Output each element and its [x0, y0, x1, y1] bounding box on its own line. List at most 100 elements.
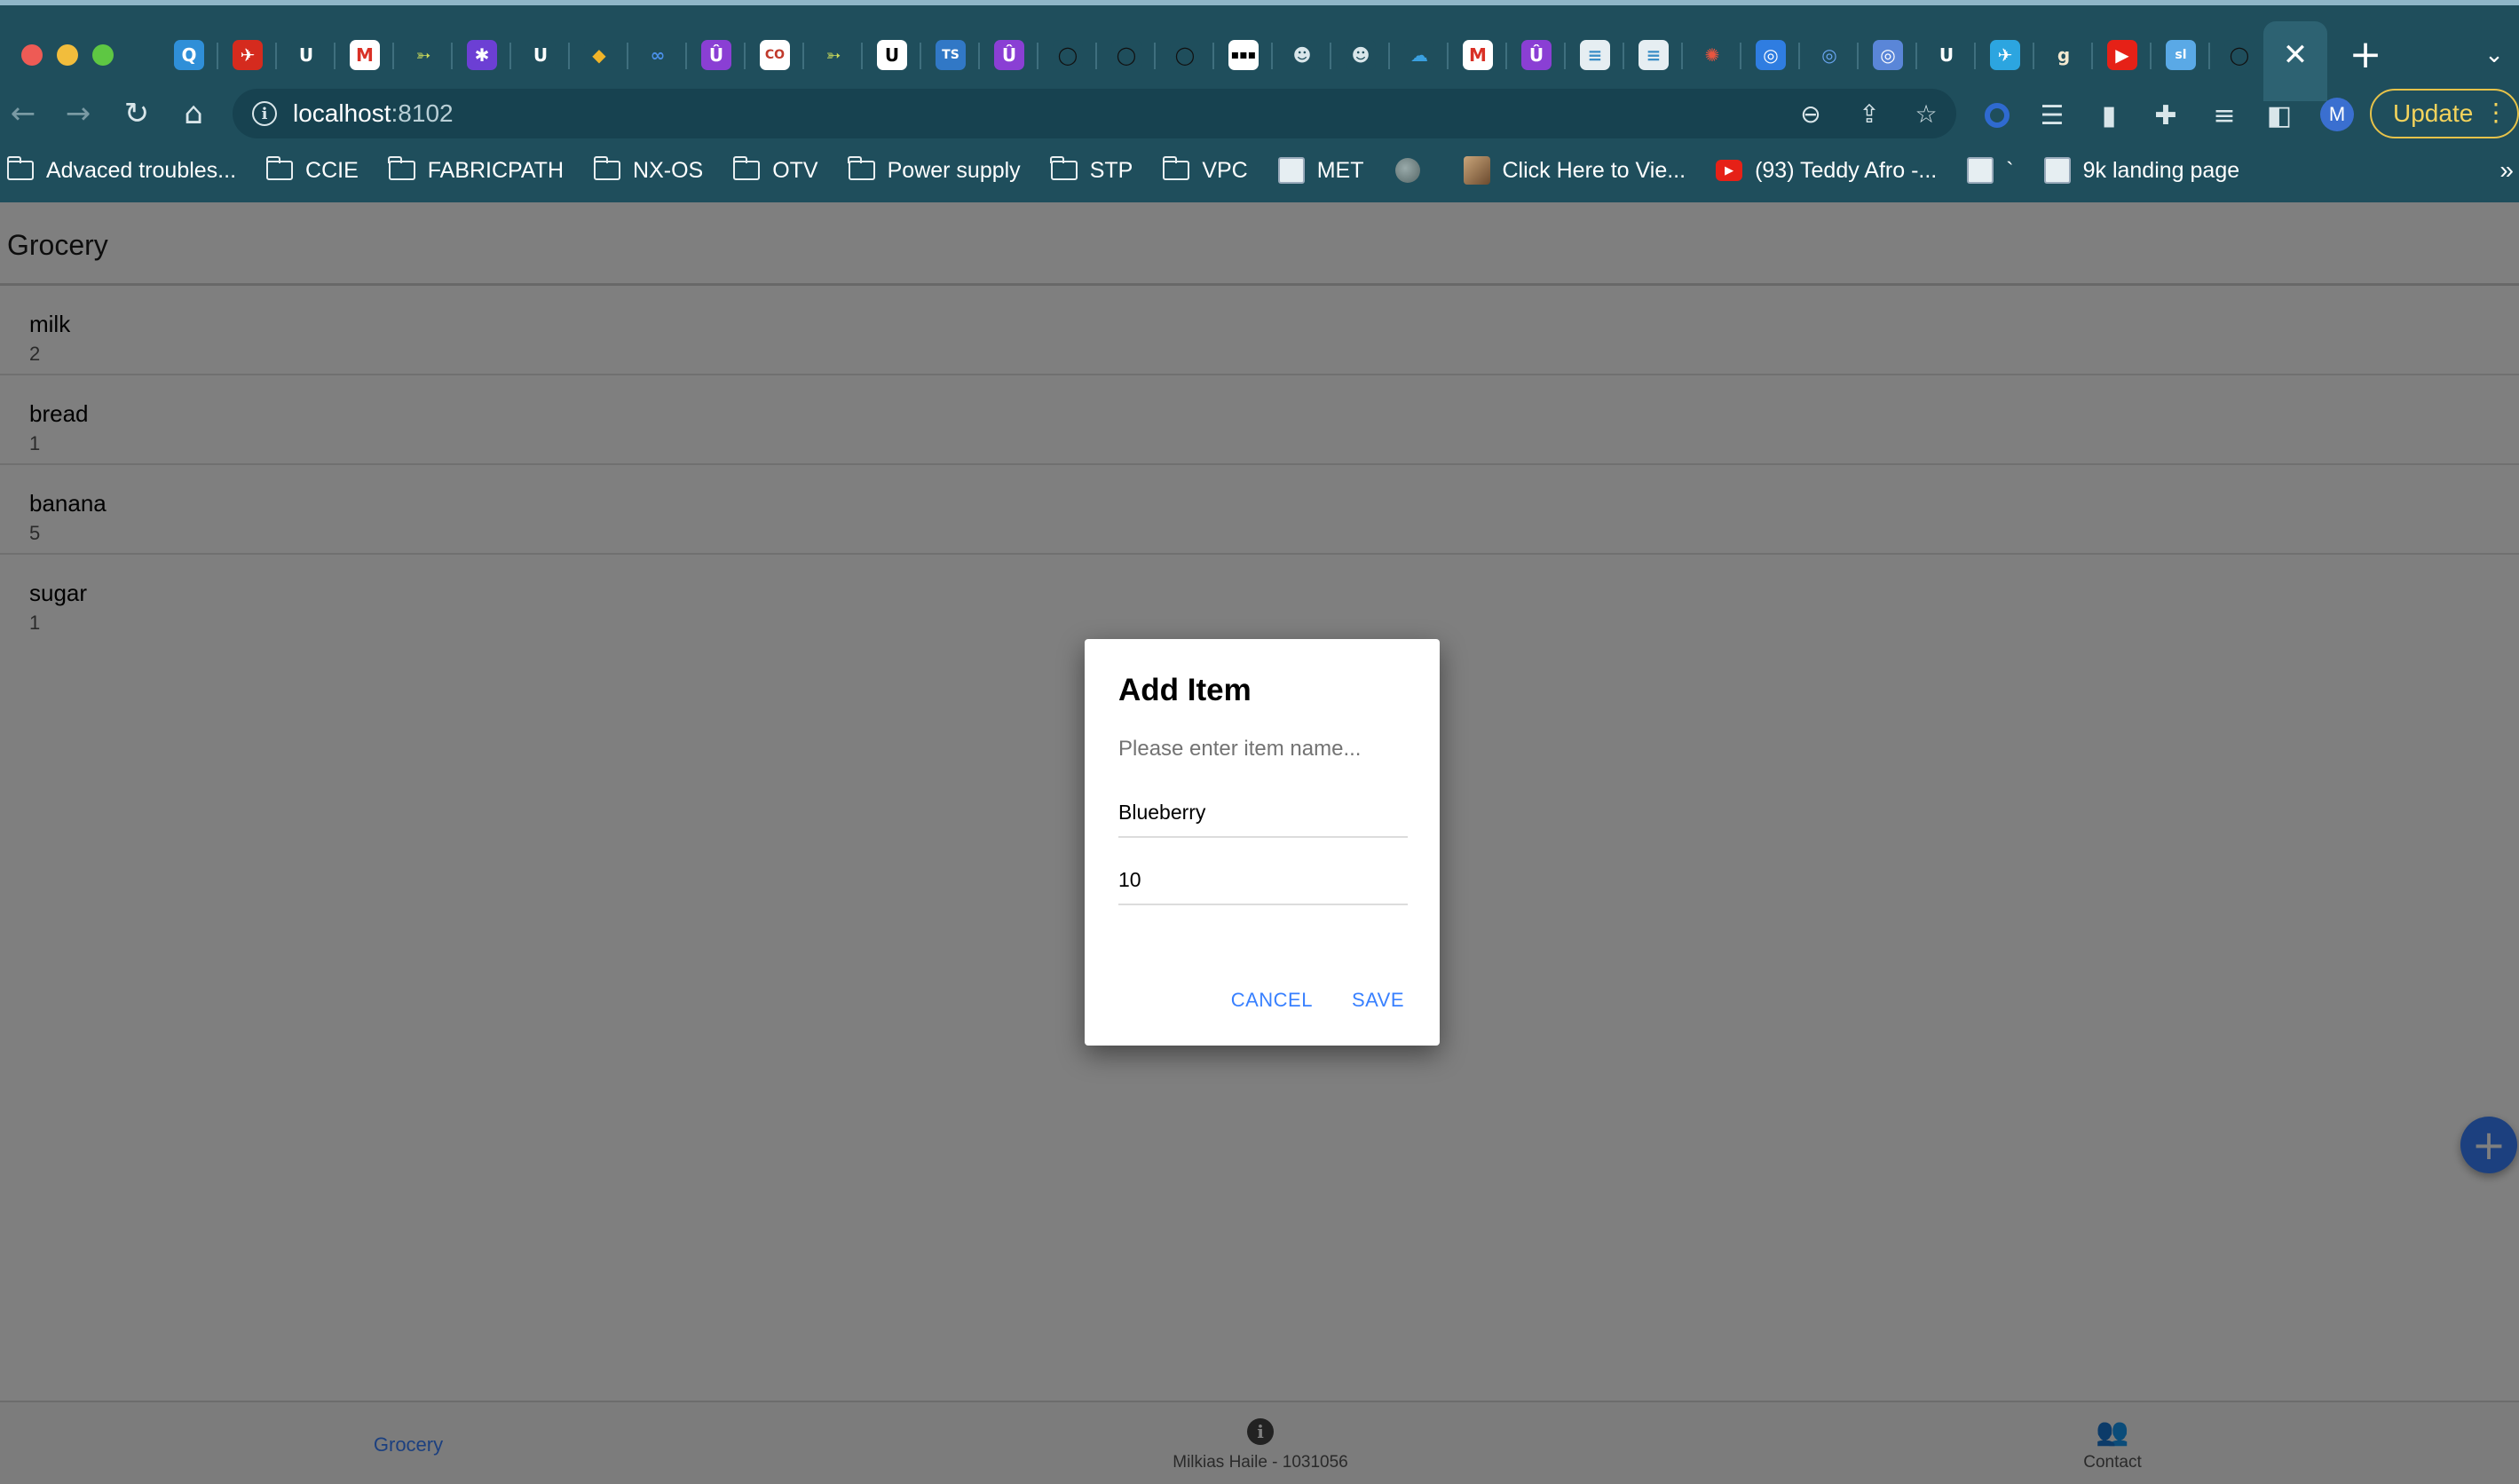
- globe-icon: [1394, 158, 1421, 183]
- cisco-icon: ≡: [1639, 40, 1669, 70]
- tab-search-chevron-icon[interactable]: ⌄: [2476, 37, 2512, 73]
- bookmark-item[interactable]: MET: [1277, 149, 1364, 192]
- bookmark-item[interactable]: STP: [1050, 149, 1133, 192]
- browser-tab[interactable]: Q: [160, 30, 218, 80]
- back-arrow-icon[interactable]: ←: [0, 89, 46, 138]
- maximize-window-button[interactable]: [92, 44, 114, 66]
- browser-tab[interactable]: ▶: [2093, 30, 2152, 80]
- browser-tab[interactable]: sl: [2152, 30, 2210, 80]
- extensions-puzzle-icon[interactable]: ✚: [2148, 98, 2183, 133]
- save-button[interactable]: SAVE: [1350, 982, 1406, 1019]
- browser-tab[interactable]: M: [336, 30, 394, 80]
- browser-tab[interactable]: ☁: [1390, 30, 1449, 80]
- browser-tab[interactable]: U: [1917, 30, 1976, 80]
- bookmark-label: CCIE: [305, 157, 359, 183]
- folder-icon: [388, 156, 415, 182]
- item-name-input[interactable]: [1118, 788, 1408, 838]
- bookmark-item[interactable]: 9k landing page: [2043, 149, 2240, 192]
- bookmark-label: STP: [1089, 157, 1133, 183]
- browser-tab[interactable]: ➳: [394, 30, 453, 80]
- browser-tab[interactable]: ◯: [1038, 30, 1097, 80]
- browser-tab[interactable]: ≡: [1566, 30, 1624, 80]
- browser-tab[interactable]: U: [511, 30, 570, 80]
- typescript-icon: TS: [936, 40, 966, 70]
- extension-ring-icon[interactable]: [1979, 98, 2015, 133]
- browser-tab[interactable]: ✈: [218, 30, 277, 80]
- udemy-icon: U: [1931, 40, 1962, 70]
- bookmark-item[interactable]: ▶ (93) Teddy Afro -...: [1716, 149, 1937, 192]
- browser-tab[interactable]: Û: [980, 30, 1038, 80]
- bookmark-label: 9k landing page: [2082, 157, 2240, 183]
- home-icon[interactable]: ⌂: [170, 89, 217, 138]
- browser-tab[interactable]: ◎: [1859, 30, 1917, 80]
- share-icon[interactable]: ⇪: [1853, 98, 1885, 130]
- bookmark-label: Click Here to Vie...: [1502, 157, 1686, 183]
- bookmark-item[interactable]: Power supply: [848, 149, 1021, 192]
- reload-icon[interactable]: ↻: [114, 89, 160, 138]
- browser-tab[interactable]: ☻: [1273, 30, 1331, 80]
- dialog-message: Please enter item name...: [1118, 737, 1362, 761]
- url-text[interactable]: localhost:8102: [293, 99, 454, 128]
- update-button[interactable]: Update ⋮: [2370, 89, 2519, 138]
- browser-tab[interactable]: ✺: [1683, 30, 1741, 80]
- bookmark-star-icon[interactable]: ☆: [1910, 98, 1942, 130]
- browser-tab[interactable]: Û: [687, 30, 746, 80]
- bookmark-item[interactable]: FABRICPATH: [388, 149, 564, 192]
- extension-bottle-icon[interactable]: ▮: [2091, 98, 2127, 133]
- browser-tab[interactable]: TS: [921, 30, 980, 80]
- browser-tab[interactable]: CO: [746, 30, 804, 80]
- site-info-icon[interactable]: i: [252, 101, 277, 126]
- bookmark-item[interactable]: Advaced troubles...: [6, 149, 236, 192]
- browser-tab[interactable]: M: [1449, 30, 1507, 80]
- browser-tab[interactable]: U: [277, 30, 336, 80]
- bookmark-label: OTV: [772, 157, 818, 183]
- folder-icon: [1050, 156, 1078, 182]
- cisco-icon: [2043, 157, 2071, 184]
- close-window-button[interactable]: [21, 44, 43, 66]
- bookmarks-overflow-button[interactable]: »: [2499, 149, 2514, 192]
- browser-tab[interactable]: ▪▪▪: [1214, 30, 1273, 80]
- browser-tab[interactable]: ➳: [804, 30, 863, 80]
- cisco-icon: [1967, 157, 1994, 184]
- salesforce-icon: ☁: [1404, 40, 1434, 70]
- browser-tab[interactable]: ☻: [1331, 30, 1390, 80]
- bookmark-item[interactable]: Click Here to Vie...: [1463, 149, 1686, 192]
- side-panel-icon[interactable]: ◧: [2262, 98, 2297, 133]
- bookmark-item[interactable]: NX-OS: [593, 149, 703, 192]
- browser-tab[interactable]: ◎: [1741, 30, 1800, 80]
- profile-avatar[interactable]: M: [2320, 98, 2354, 131]
- browser-tab[interactable]: ∞: [628, 30, 687, 80]
- forward-arrow-icon[interactable]: →: [55, 89, 101, 138]
- bookmark-item[interactable]: VPC: [1162, 149, 1248, 192]
- url-host: localhost: [293, 99, 391, 127]
- bookmark-item[interactable]: [1394, 149, 1433, 192]
- address-bar[interactable]: i localhost:8102 ⊖ ⇪ ☆: [233, 89, 1956, 138]
- bookmark-item[interactable]: CCIE: [265, 149, 359, 192]
- browser-tab[interactable]: ◎: [1800, 30, 1859, 80]
- folder-icon: [732, 156, 761, 182]
- browser-menu-icon[interactable]: ⋮: [2483, 98, 2508, 127]
- browser-tab[interactable]: ◯: [1097, 30, 1156, 80]
- zoom-out-icon[interactable]: ⊖: [1795, 98, 1827, 130]
- cancel-button[interactable]: CANCEL: [1229, 982, 1315, 1019]
- bookmark-item[interactable]: OTV: [732, 149, 818, 192]
- browser-tab[interactable]: ✱: [453, 30, 511, 80]
- browser-tab[interactable]: ✈: [1976, 30, 2034, 80]
- item-quantity-input[interactable]: [1118, 856, 1408, 905]
- close-tab-icon[interactable]: ✕: [2283, 37, 2309, 73]
- new-tab-button[interactable]: +: [2343, 32, 2388, 77]
- browser-tab[interactable]: ◯: [2210, 30, 2269, 80]
- minimize-window-button[interactable]: [57, 44, 78, 66]
- browser-tab[interactable]: ◯: [1156, 30, 1214, 80]
- browser-tab[interactable]: Û: [1507, 30, 1566, 80]
- browser-tab[interactable]: U: [863, 30, 921, 80]
- url-port: :8102: [391, 99, 454, 127]
- github-icon: ◯: [2224, 40, 2254, 70]
- browser-tab[interactable]: ◆: [570, 30, 628, 80]
- gmail-icon: M: [1463, 40, 1493, 70]
- extension-tree-icon[interactable]: ☰: [2034, 98, 2070, 133]
- browser-tab[interactable]: ≡: [1624, 30, 1683, 80]
- browser-tab[interactable]: g: [2034, 30, 2093, 80]
- bookmark-item[interactable]: `: [1967, 149, 2014, 192]
- media-controls-icon[interactable]: ≡: [2207, 98, 2242, 133]
